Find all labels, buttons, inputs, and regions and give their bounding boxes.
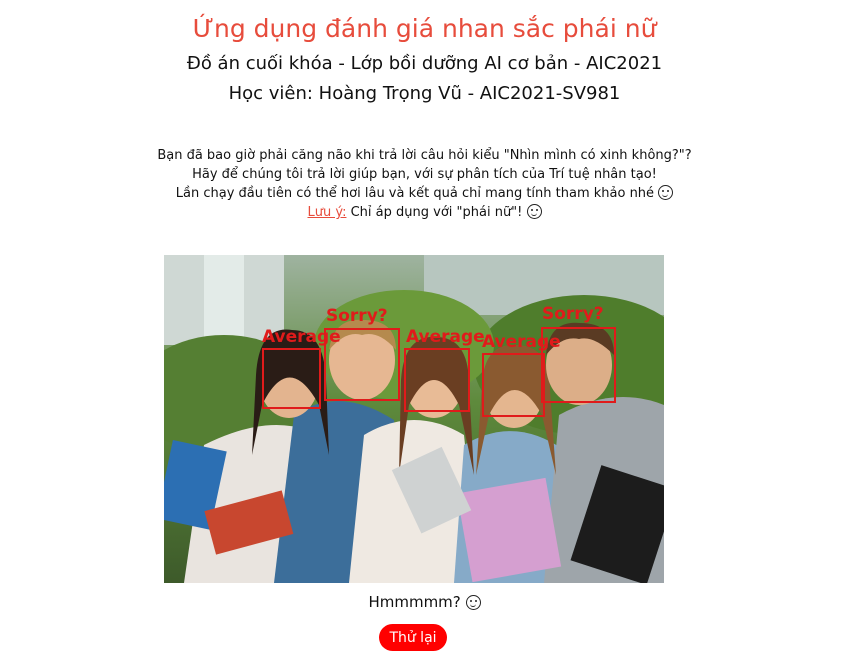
course-subtitle: Đồ án cuối khóa - Lớp bồi dưỡng AI cơ bả… (186, 53, 663, 74)
face-label-5: Sorry? (542, 304, 604, 324)
face-box-3 (404, 348, 470, 412)
intro-line-3: Lần chạy đầu tiên có thể hơi lâu và kết … (175, 186, 655, 201)
retry-button[interactable]: Thử lại (379, 624, 447, 651)
student-info: Học viên: Hoàng Trọng Vũ - AIC2021-SV981 (228, 83, 621, 104)
drooling-face-icon (526, 204, 542, 219)
face-box-5 (541, 327, 616, 403)
note-text: Chỉ áp dụng với "phái nữ"! (346, 205, 523, 220)
page: Ứng dụng đánh giá nhan sắc phái nữ Đồ án… (0, 0, 849, 659)
result-photo: Average Sorry? Average Average Sorry? (164, 255, 664, 583)
note-link[interactable]: Lưu ý: (307, 205, 346, 220)
intro-text: Bạn đã bao giờ phải căng não khi trả lời… (0, 146, 849, 222)
winking-face-icon (658, 185, 674, 200)
face-label-2: Sorry? (326, 306, 388, 326)
face-box-4 (482, 353, 545, 417)
note-line: Lưu ý: Chỉ áp dụng với "phái nữ"! (0, 203, 849, 222)
app-title: Ứng dụng đánh giá nhan sắc phái nữ (192, 14, 657, 43)
result-text: Hmmmmm? (368, 593, 461, 611)
face-box-2 (324, 328, 400, 401)
dizzy-face-icon (465, 595, 481, 610)
result-line: Hmmmmm? (0, 591, 849, 613)
face-label-3: Average (406, 327, 485, 347)
intro-line-2: Hãy để chúng tôi trả lời giúp bạn, với s… (192, 167, 657, 182)
face-box-1 (262, 348, 321, 409)
intro-line-3-wrap: Lần chạy đầu tiên có thể hơi lâu và kết … (0, 184, 849, 203)
intro-line-1: Bạn đã bao giờ phải căng não khi trả lời… (157, 148, 692, 163)
